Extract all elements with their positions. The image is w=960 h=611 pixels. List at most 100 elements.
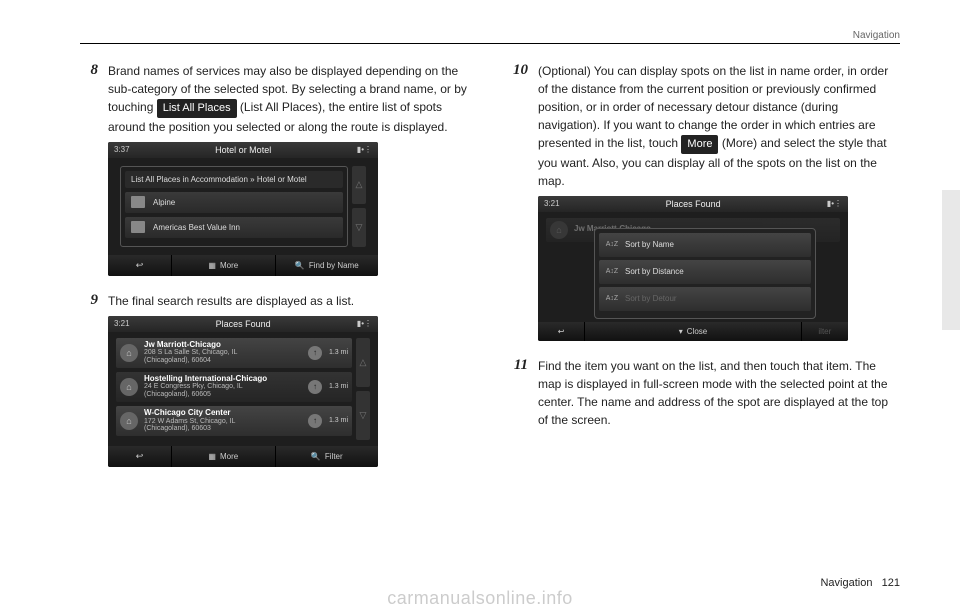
- content-columns: 8 Brand names of services may also be di…: [80, 62, 900, 483]
- place-addr: 172 W Adams St, Chicago, IL: [144, 418, 304, 426]
- filter-label: Filter: [325, 452, 343, 461]
- place-distance: 1.3 mi: [322, 417, 348, 424]
- back-icon: ↩: [136, 260, 144, 271]
- place-text: Jw Marriott-Chicago 208 S La Salle St, C…: [144, 341, 304, 365]
- sort-by-detour-button: A↕Z Sort by Detour: [599, 287, 811, 311]
- search-icon: 🔍: [295, 261, 305, 270]
- step-text: (Optional) You can display spots on the …: [538, 62, 900, 190]
- step-text: Find the item you want on the list, and …: [538, 357, 900, 429]
- more-label: More: [220, 452, 238, 461]
- find-by-name-button[interactable]: 🔍 Find by Name: [276, 255, 378, 276]
- place-row-jw-marriott[interactable]: ⌂ Jw Marriott-Chicago 208 S La Salle St,…: [116, 338, 352, 368]
- results-list: ⌂ Jw Marriott-Chicago 208 S La Salle St,…: [116, 338, 352, 441]
- more-button[interactable]: ▦ More: [172, 446, 275, 467]
- place-distance: 1.3 mi: [322, 383, 348, 390]
- step-11: 11 Find the item you want on the list, a…: [510, 357, 900, 429]
- screenshot-hotel-category: 3:37 Hotel or Motel ▮•⋮ List All Places …: [108, 142, 378, 276]
- search-icon: 🔍: [311, 452, 321, 461]
- more-label: More: [220, 261, 238, 270]
- list-all-places-row[interactable]: List All Places in Accommodation » Hotel…: [125, 171, 343, 188]
- more-button[interactable]: ▦ More: [172, 255, 275, 276]
- scroll-down-button[interactable]: ▽: [356, 391, 370, 440]
- screen-time: 3:21: [544, 199, 560, 208]
- back-button-dimmed: ↩: [538, 322, 585, 341]
- az-icon: A↕Z: [605, 292, 619, 306]
- direction-icon: ↑: [308, 346, 322, 360]
- step-text: The final search results are displayed a…: [108, 292, 470, 310]
- step-number: 9: [80, 292, 98, 310]
- step-10: 10 (Optional) You can display spots on t…: [510, 62, 900, 190]
- place-text: W-Chicago City Center 172 W Adams St, Ch…: [144, 409, 304, 433]
- sort-name-label: Sort by Name: [625, 240, 674, 249]
- watermark: carmanualsonline.info: [0, 588, 960, 609]
- close-popup-button[interactable]: ▾ Close: [585, 322, 801, 341]
- sort-by-name-button[interactable]: A↕Z Sort by Name: [599, 233, 811, 257]
- category-list: List All Places in Accommodation » Hotel…: [120, 166, 348, 247]
- grid-icon: ▦: [208, 452, 216, 461]
- brand-label: Alpine: [153, 198, 175, 207]
- scroll-up-button[interactable]: △: [356, 338, 370, 387]
- header-section: Navigation: [853, 30, 900, 41]
- sort-popup: A↕Z Sort by Name A↕Z Sort by Distance A↕…: [594, 228, 816, 319]
- place-addr: 24 E Congress Pky, Chicago, IL: [144, 383, 304, 391]
- chevron-down-icon: ▾: [679, 327, 683, 336]
- az-icon: A↕Z: [605, 265, 619, 279]
- folder-icon: [131, 196, 145, 208]
- list-outline: List All Places in Accommodation » Hotel…: [120, 166, 348, 247]
- status-icons: ▮•⋮: [827, 199, 842, 208]
- place-row-w-chicago[interactable]: ⌂ W-Chicago City Center 172 W Adams St, …: [116, 406, 352, 436]
- brand-label: Americas Best Value Inn: [153, 223, 240, 232]
- manual-page: Navigation 8 Brand names of services may…: [0, 0, 960, 611]
- find-label: Find by Name: [309, 261, 359, 270]
- brand-row-alpine[interactable]: Alpine: [125, 192, 343, 213]
- place-icon: ⌂: [120, 378, 138, 396]
- screen-body: ⌂ Jw Marriott-Chicago 208 S La Salle St,…: [108, 332, 378, 447]
- direction-icon: ↑: [308, 380, 322, 394]
- place-icon: ⌂: [550, 221, 568, 239]
- back-button[interactable]: ↩: [108, 255, 172, 276]
- screen-title: Places Found: [130, 319, 357, 329]
- scroll-down-button[interactable]: ▽: [352, 208, 366, 247]
- place-city: (Chicagoland), 60605: [144, 391, 304, 399]
- screen-bottombar: ↩ ▦ More 🔍 Filter: [108, 446, 378, 467]
- direction-icon: ↑: [308, 414, 322, 428]
- place-city: (Chicagoland), 60603: [144, 425, 304, 433]
- screen-bottombar: ↩ ▦ More 🔍 Find by Name: [108, 255, 378, 276]
- screen-title: Hotel or Motel: [130, 145, 357, 155]
- screen-titlebar: 3:21 Places Found ▮•⋮: [538, 196, 848, 212]
- scroll-column: △ ▽: [356, 338, 370, 441]
- status-icons: ▮•⋮: [357, 145, 372, 154]
- left-column: 8 Brand names of services may also be di…: [80, 62, 470, 483]
- more-chip: More: [681, 135, 718, 154]
- place-distance: 1.3 mi: [322, 349, 348, 356]
- back-button[interactable]: ↩: [108, 446, 172, 467]
- close-label: Close: [687, 327, 707, 336]
- filter-button[interactable]: 🔍 Filter: [276, 446, 378, 467]
- step-number: 11: [510, 357, 528, 429]
- screenshot-sort-popup: 3:21 Places Found ▮•⋮ ⌂ Jw Marriott-Chic…: [538, 196, 848, 341]
- screen-titlebar: 3:37 Hotel or Motel ▮•⋮: [108, 142, 378, 158]
- sort-by-distance-button[interactable]: A↕Z Sort by Distance: [599, 260, 811, 284]
- screen-body: List All Places in Accommodation » Hotel…: [108, 158, 378, 255]
- sort-detour-label: Sort by Detour: [625, 294, 677, 303]
- place-icon: ⌂: [120, 412, 138, 430]
- scroll-column: △ ▽: [352, 166, 366, 247]
- screen-title: Places Found: [560, 199, 827, 209]
- status-icons: ▮•⋮: [357, 319, 372, 328]
- back-icon: ↩: [136, 451, 144, 462]
- sort-dist-label: Sort by Distance: [625, 267, 684, 276]
- place-icon: ⌂: [120, 344, 138, 362]
- place-row-hostelling[interactable]: ⌂ Hostelling International-Chicago 24 E …: [116, 372, 352, 402]
- az-icon: A↕Z: [605, 238, 619, 252]
- right-column: 10 (Optional) You can display spots on t…: [510, 62, 900, 483]
- screen-body: ⌂ Jw Marriott-Chicago A↕Z Sort by Name: [538, 212, 848, 322]
- place-name: Hostelling International-Chicago: [144, 375, 304, 384]
- step-8: 8 Brand names of services may also be di…: [80, 62, 470, 136]
- place-name: Jw Marriott-Chicago: [144, 341, 304, 350]
- brand-row-americas[interactable]: Americas Best Value Inn: [125, 217, 343, 238]
- back-icon: ↩: [558, 327, 565, 336]
- step-number: 10: [510, 62, 528, 190]
- screen-bottombar: ↩ ▾ Close ilter: [538, 322, 848, 341]
- place-text: Hostelling International-Chicago 24 E Co…: [144, 375, 304, 399]
- scroll-up-button[interactable]: △: [352, 166, 366, 205]
